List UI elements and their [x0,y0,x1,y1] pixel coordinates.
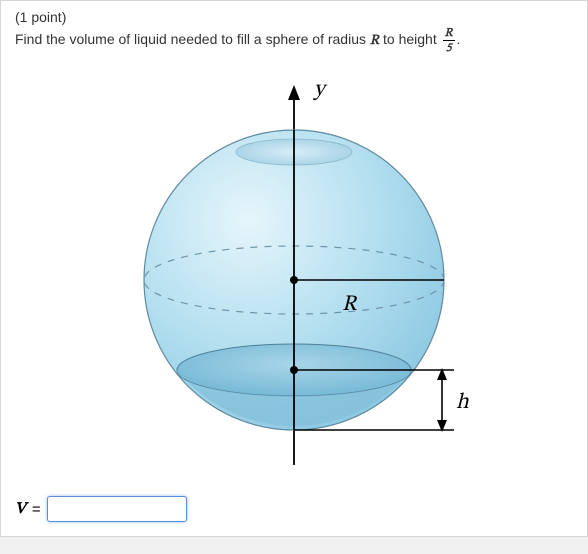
prompt-text-1: Find the volume of liquid needed to fill… [15,31,370,47]
radius-label: R [342,294,358,316]
answer-variable: V [15,499,26,519]
prompt-R: R [370,34,379,48]
prompt-fraction: R5 [441,27,457,54]
y-axis-arrow-icon [288,85,300,100]
figure-container: y R h [15,54,573,492]
problem-prompt: Find the volume of liquid needed to fill… [15,27,573,54]
prompt-text-2: to height [379,31,441,47]
prompt-frac-num: R [443,27,455,41]
problem-card: (1 point) Find the volume of liquid need… [0,0,588,537]
answer-row: V = [15,496,573,522]
y-axis-label: y [312,79,328,101]
height-label: h [456,392,469,414]
prompt-text-3: . [457,31,461,47]
answer-input[interactable] [47,496,187,522]
equals-sign: = [32,501,41,518]
points-label: (1 point) [15,9,573,25]
sphere-figure: y R h [84,60,504,480]
prompt-frac-den: 5 [443,41,455,54]
